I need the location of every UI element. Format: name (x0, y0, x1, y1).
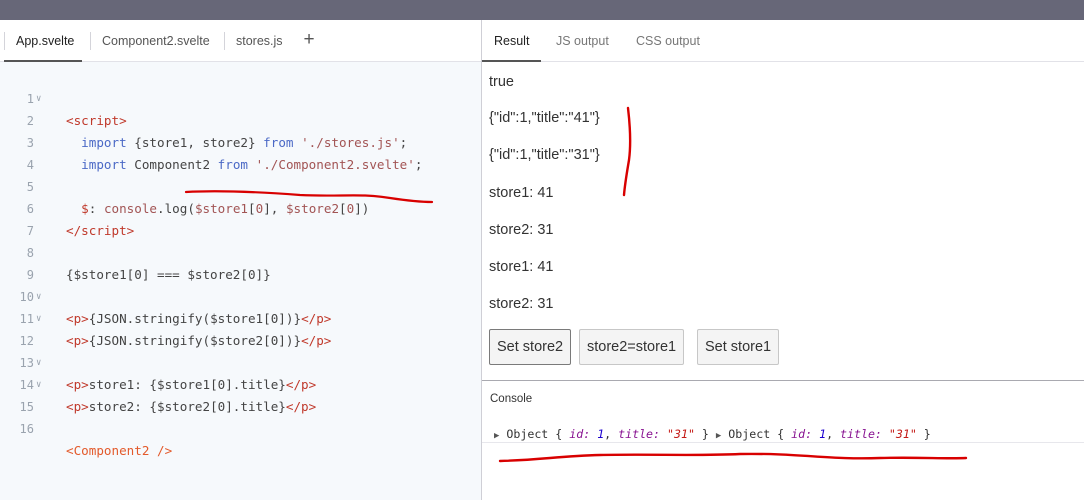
code-line: 9 (26, 268, 34, 282)
code-line: 7 (26, 224, 34, 238)
console-entry: ▶ Object { id: 1, title: "31" } ▶ Object… (494, 427, 931, 441)
window-top-bar (0, 0, 1084, 20)
tab-separator (90, 32, 91, 50)
output-line: true (489, 74, 514, 90)
console-title: Console (490, 393, 533, 405)
code-line: 14 ∨ <p>store2: {$store2[0].title}</p> (0, 352, 481, 414)
code-line: 11 ∨ <p>{JSON.stringify($store2[0])}</p> (0, 286, 481, 348)
tab-result[interactable]: Result (482, 20, 542, 62)
store2-equals-store1-button[interactable]: store2=store1 (579, 329, 685, 365)
tab-app-svelte[interactable]: App.svelte (4, 20, 83, 62)
expand-triangle-icon[interactable]: ▶ (494, 431, 499, 441)
set-store2-button[interactable]: Set store2 (489, 329, 572, 365)
console-divider[interactable] (482, 380, 1084, 381)
code-line: 1 ∨ <script> (0, 66, 481, 128)
editor-tabs: App.svelte Component2.svelte stores.js + (0, 20, 481, 62)
output-line: store1: 41 (489, 185, 554, 201)
tab-css-output[interactable]: CSS output (624, 20, 712, 62)
code-line: 10 ∨ <p>{JSON.stringify($store1[0])}</p> (0, 264, 481, 326)
output-line: store2: 31 (489, 222, 554, 238)
editor-pane: App.svelte Component2.svelte stores.js +… (0, 20, 481, 500)
tab-separator (224, 32, 225, 50)
tab-js-output[interactable]: JS output (544, 20, 621, 62)
output-line: store1: 41 (489, 259, 554, 275)
code-line: 8 {$store1[0] === $store2[0]} (26, 246, 271, 282)
code-line: 5 $: console.log($store1[0], $store2[0]) (26, 180, 370, 216)
result-tabs: Result JS output CSS output (482, 20, 1084, 62)
code-line: 12 (19, 334, 34, 348)
code-line: 3 import Component2 from './Component2.s… (26, 136, 423, 172)
result-output: true {"id":1,"title":"41"} {"id":1,"titl… (482, 63, 1084, 380)
set-store1-button[interactable]: Set store1 (697, 329, 780, 365)
tab-separator (4, 32, 5, 50)
console-separator (482, 442, 1084, 443)
code-line: 15 (19, 400, 34, 414)
output-line: store2: 31 (489, 296, 554, 312)
output-line: {"id":1,"title":"41"} (489, 110, 600, 126)
code-line: 4 (26, 158, 34, 172)
expand-triangle-icon[interactable]: ▶ (716, 431, 721, 441)
code-line: 6 </script> (26, 202, 135, 238)
result-pane: Result JS output CSS output true {"id":1… (482, 20, 1084, 500)
tab-component2-svelte[interactable]: Component2.svelte (90, 20, 218, 62)
code-line: 2 import {store1, store2} from './stores… (26, 114, 408, 150)
tab-stores-js[interactable]: stores.js (224, 20, 291, 62)
add-file-button[interactable]: + (300, 20, 318, 62)
code-line: 13 ∨ <p>store1: {$store1[0].title}</p> (0, 330, 481, 392)
code-line: 16 <Component2 /> (19, 422, 173, 458)
output-line: {"id":1,"title":"31"} (489, 147, 600, 163)
